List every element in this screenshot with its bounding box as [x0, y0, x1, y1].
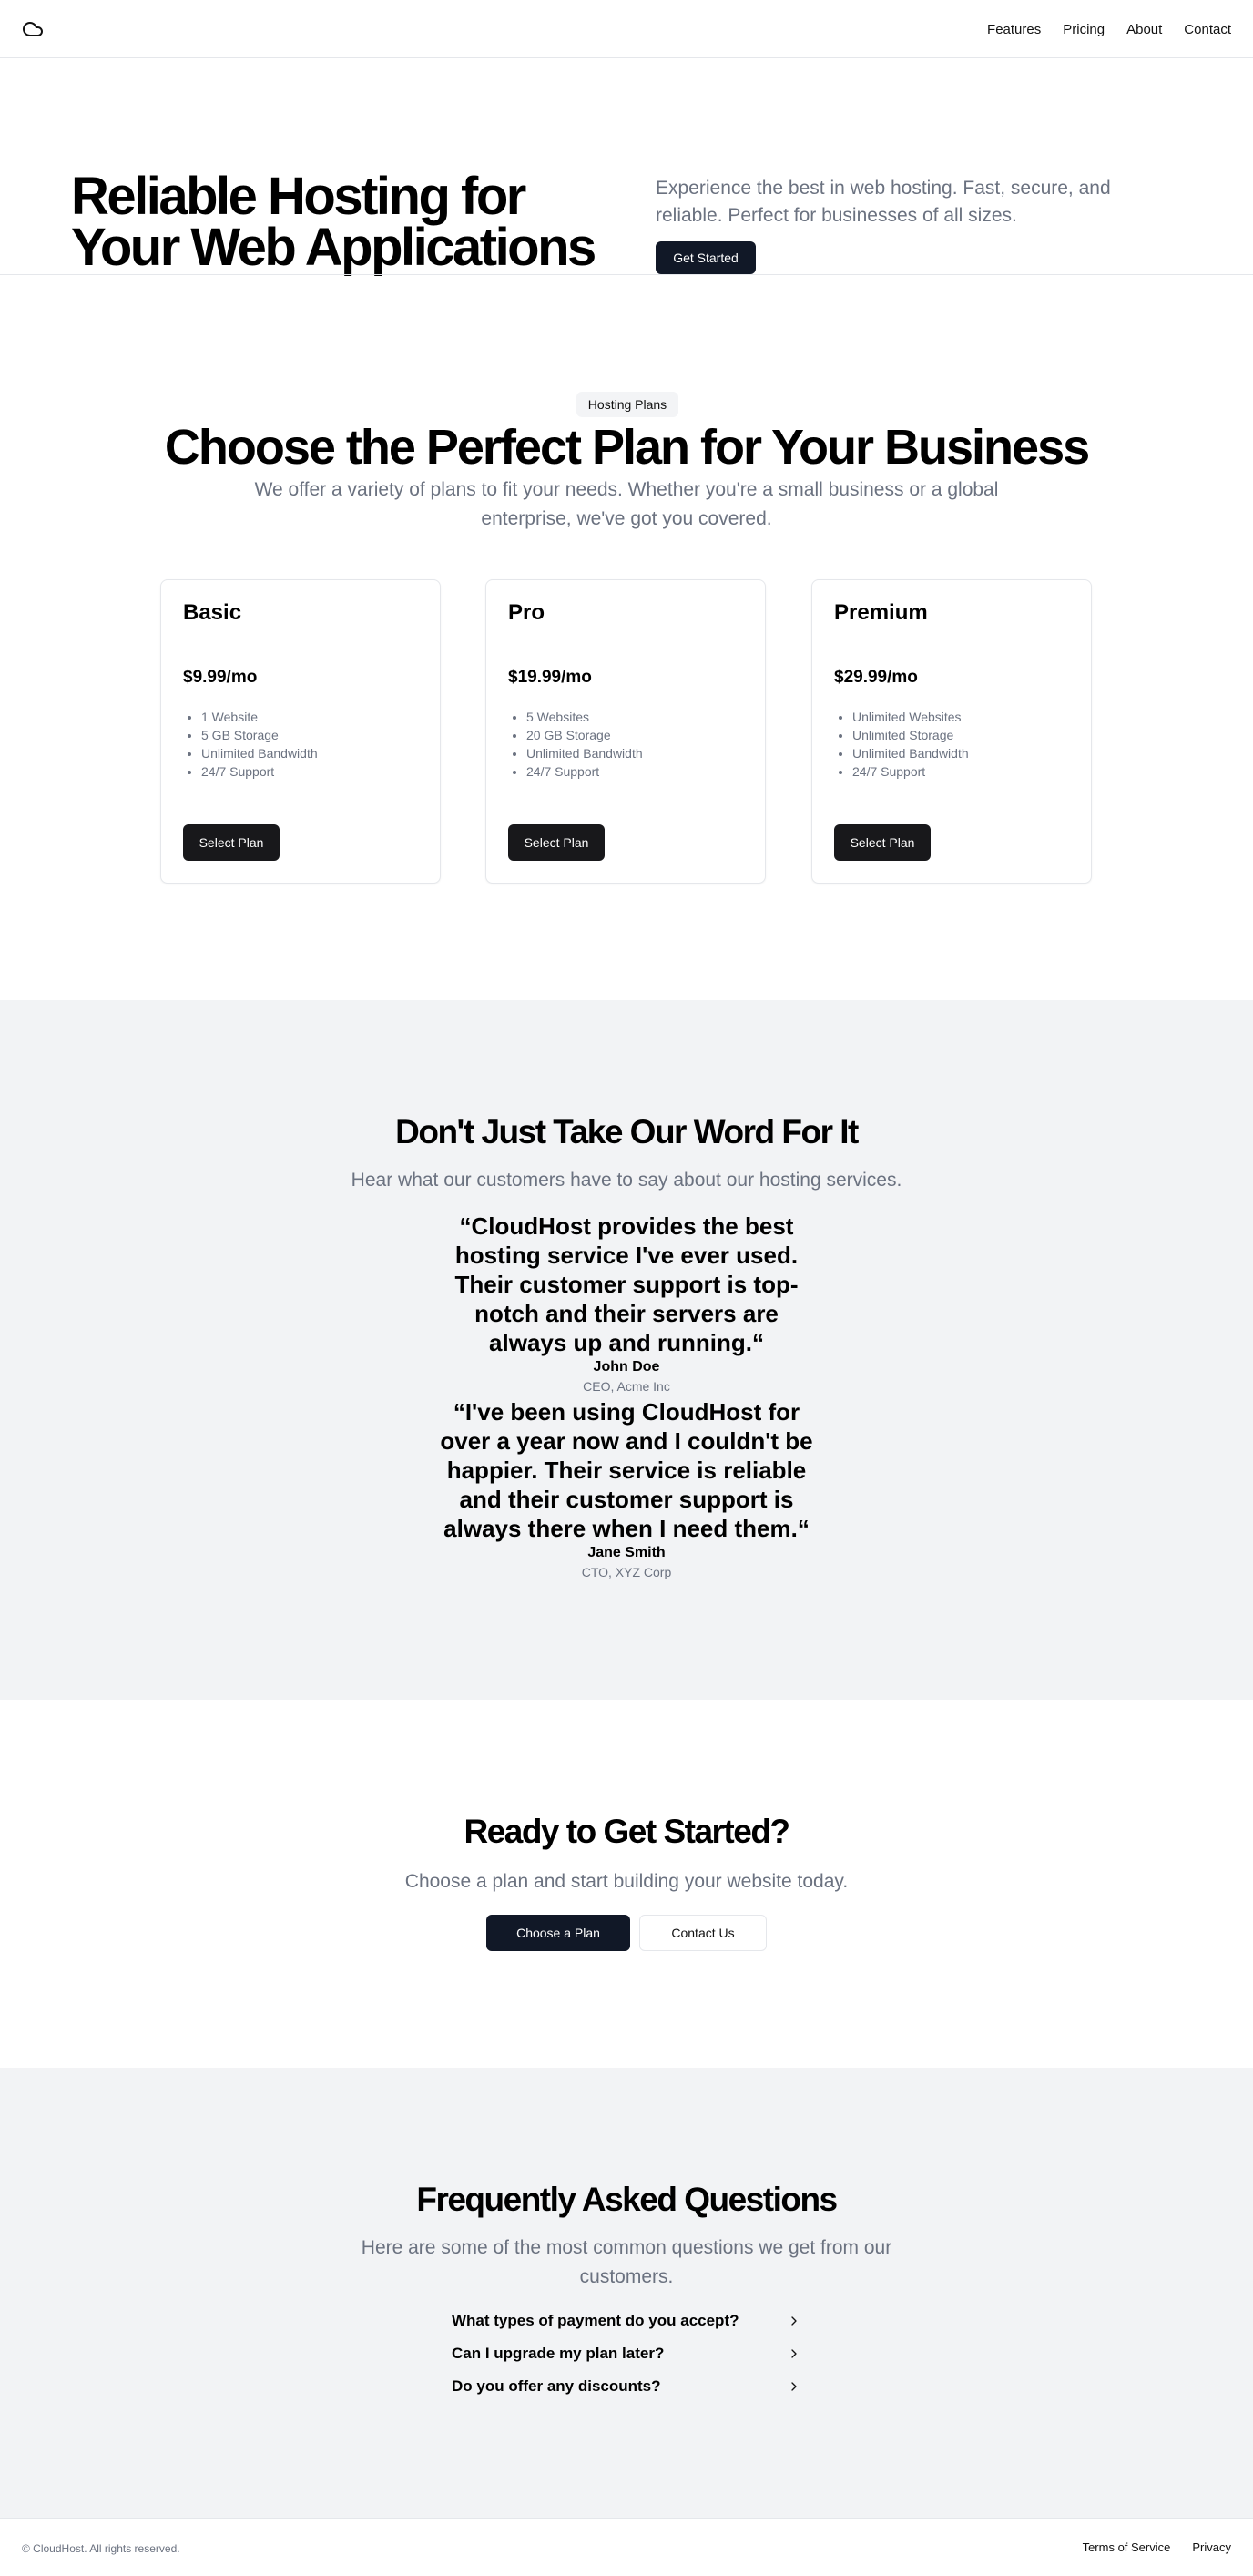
plan-name: Pro — [508, 600, 545, 625]
nav-link-about[interactable]: About — [1126, 22, 1162, 37]
plan-feature: 24/7 Support — [201, 762, 318, 781]
pricing-title: Choose the Perfect Plan for Your Busines… — [164, 420, 1090, 475]
footer-links: Terms of Service Privacy — [1083, 2540, 1231, 2554]
testimonials-title: Don't Just Take Our Word For It — [395, 1113, 859, 1150]
plan-feature: 20 GB Storage — [526, 726, 643, 744]
top-navbar: Features Pricing About Contact — [0, 0, 1253, 58]
plan-feature: Unlimited Bandwidth — [201, 744, 318, 762]
plan-name: Premium — [834, 600, 928, 625]
plan-price: $9.99/mo — [183, 668, 258, 687]
hosting-plans-badge: Hosting Plans — [576, 392, 678, 417]
plan-card-pro: Pro $19.99/mo 5 Websites 20 GB Storage U… — [485, 579, 766, 884]
cta-title: Ready to Get Started? — [464, 1813, 790, 1850]
plan-feature: 24/7 Support — [852, 762, 969, 781]
select-plan-premium-button[interactable]: Select Plan — [834, 824, 931, 861]
testimonial-quote: “CloudHost provides the best hosting ser… — [454, 1212, 799, 1356]
plan-feature: Unlimited Storage — [852, 726, 969, 744]
copyright: © CloudHost. All rights reserved. — [22, 2542, 180, 2555]
pricing-description: We offer a variety of plans to fit your … — [254, 479, 999, 529]
faq-item[interactable]: Can I upgrade my plan later? — [452, 2340, 801, 2367]
hero-description: Experience the best in web hosting. Fast… — [656, 178, 1111, 226]
plan-feature: 5 Websites — [526, 708, 643, 726]
testimonial-author: John Doe — [593, 1359, 660, 1375]
plan-feature: Unlimited Bandwidth — [526, 744, 643, 762]
contact-us-button[interactable]: Contact Us — [639, 1915, 767, 1951]
faq-question: Can I upgrade my plan later? — [452, 2345, 665, 2362]
testimonial-role: CTO, XYZ Corp — [581, 1565, 672, 1579]
plan-feature: 5 GB Storage — [201, 726, 318, 744]
select-plan-basic-button[interactable]: Select Plan — [183, 824, 280, 861]
faq-item[interactable]: What types of payment do you accept? — [452, 2307, 801, 2335]
nav-link-contact[interactable]: Contact — [1184, 22, 1231, 37]
plan-name: Basic — [183, 600, 242, 625]
plan-feature: 1 Website — [201, 708, 318, 726]
choose-plan-button[interactable]: Choose a Plan — [486, 1915, 630, 1951]
faq-item[interactable]: Do you offer any discounts? — [452, 2373, 801, 2400]
testimonial-author: Jane Smith — [587, 1545, 666, 1560]
plan-feature: Unlimited Websites — [852, 708, 969, 726]
nav-link-pricing[interactable]: Pricing — [1063, 22, 1105, 37]
plan-features: 1 Website 5 GB Storage Unlimited Bandwid… — [201, 708, 318, 781]
testimonial-role: CEO, Acme Inc — [583, 1379, 670, 1394]
faq-question: Do you offer any discounts? — [452, 2377, 661, 2395]
select-plan-pro-button[interactable]: Select Plan — [508, 824, 605, 861]
testimonials-subtitle: Hear what our customers have to say abou… — [351, 1170, 902, 1191]
get-started-button[interactable]: Get Started — [656, 241, 756, 274]
main-nav: Features Pricing About Contact — [987, 0, 1231, 58]
testimonial-quote: “I've been using CloudHost for over a ye… — [440, 1398, 813, 1542]
footer: © CloudHost. All rights reserved. Terms … — [0, 2518, 1253, 2576]
nav-link-features[interactable]: Features — [987, 22, 1041, 37]
hero-title-line2: Your Web Applications — [71, 218, 596, 277]
section-divider — [0, 274, 1253, 275]
chevron-right-icon — [791, 2382, 797, 2391]
faq-section — [0, 2068, 1253, 2518]
terms-link[interactable]: Terms of Service — [1083, 2540, 1171, 2554]
plan-feature: Unlimited Bandwidth — [852, 744, 969, 762]
plan-feature: 24/7 Support — [526, 762, 643, 781]
plan-card-basic: Basic $9.99/mo 1 Website 5 GB Storage Un… — [160, 579, 441, 884]
faq-title: Frequently Asked Questions — [416, 2181, 838, 2218]
hero-title: Reliable Hosting for Your Web Applicatio… — [71, 170, 617, 274]
chevron-right-icon — [791, 2349, 797, 2358]
chevron-right-icon — [791, 2316, 797, 2326]
cloud-icon[interactable] — [22, 18, 44, 40]
plan-price: $29.99/mo — [834, 668, 918, 687]
plan-features: 5 Websites 20 GB Storage Unlimited Bandw… — [526, 708, 643, 781]
plan-features: Unlimited Websites Unlimited Storage Unl… — [852, 708, 969, 781]
plan-card-premium: Premium $29.99/mo Unlimited Websites Unl… — [811, 579, 1092, 884]
cta-subtitle: Choose a plan and start building your we… — [404, 1871, 849, 1892]
privacy-link[interactable]: Privacy — [1192, 2540, 1231, 2554]
faq-subtitle: Here are some of the most common questio… — [361, 2237, 892, 2287]
faq-question: What types of payment do you accept? — [452, 2312, 739, 2329]
plan-price: $19.99/mo — [508, 668, 592, 687]
